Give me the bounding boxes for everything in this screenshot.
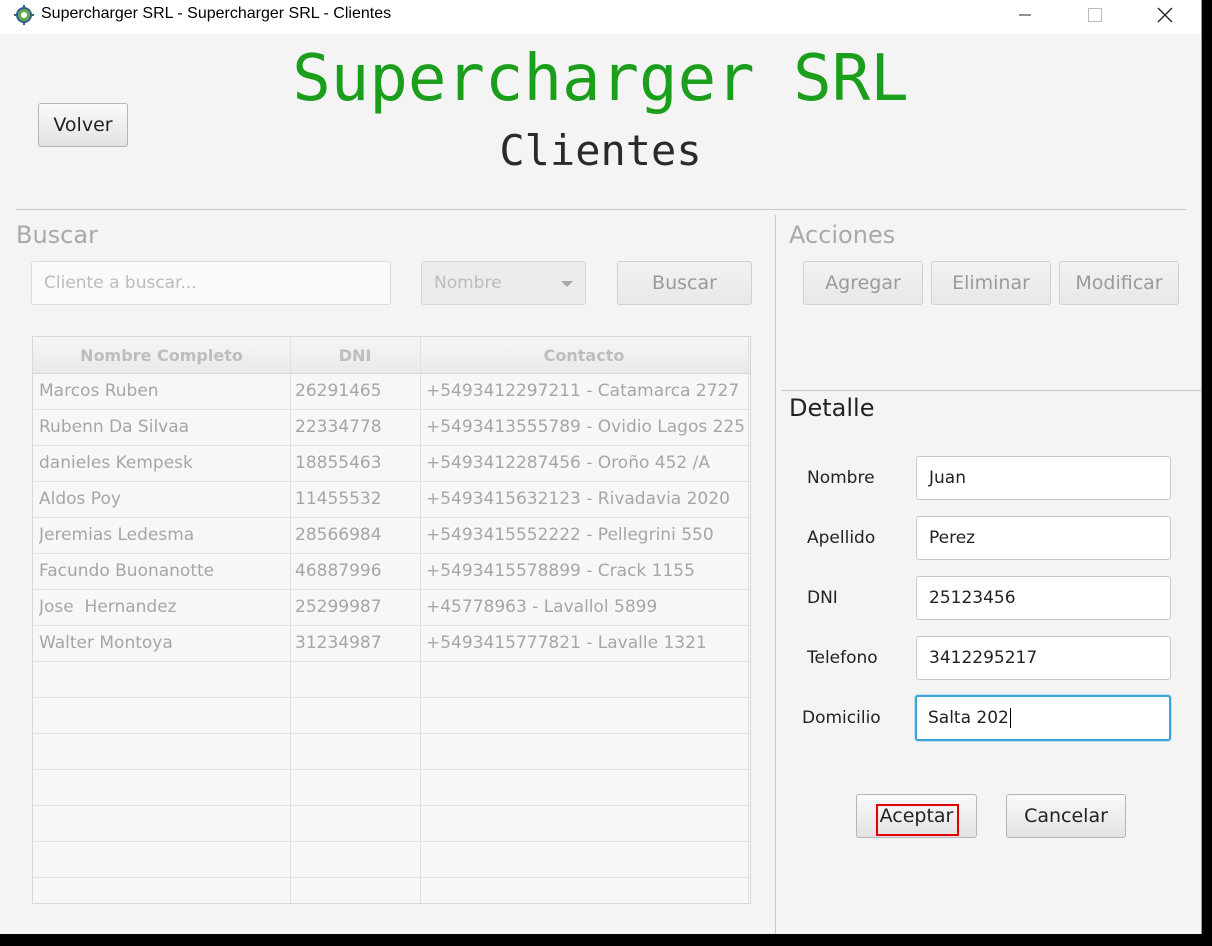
cell-dni: 28566984 <box>295 525 382 545</box>
table-row[interactable] <box>33 769 750 806</box>
column-divider <box>748 337 749 903</box>
title-bar: Supercharger SRL - Supercharger SRL - Cl… <box>0 0 1201 34</box>
table-row[interactable] <box>33 841 750 878</box>
cell-contact: +5493415632123 - Rivadavia 2020 <box>426 489 730 509</box>
app-window: Supercharger SRL - Supercharger SRL - Cl… <box>0 0 1202 934</box>
close-button[interactable] <box>1142 0 1188 30</box>
cell-contact: +5493412287456 - Oroño 452 /A <box>426 453 710 473</box>
domicilio-field[interactable]: Salta 202 <box>915 695 1171 741</box>
cell-name: Walter Montoya <box>39 633 173 653</box>
cell-name: Rubenn Da Silvaa <box>39 417 190 437</box>
column-divider <box>290 337 291 903</box>
cell-name: Jose Hernandez <box>39 597 177 617</box>
table-row[interactable] <box>33 661 750 698</box>
cell-dni: 46887996 <box>295 561 382 581</box>
column-header-contact[interactable]: Contacto <box>420 337 748 373</box>
cell-contact: +5493415777821 - Lavalle 1321 <box>426 633 707 653</box>
cell-dni: 26291465 <box>295 381 382 401</box>
brand-title: Supercharger SRL <box>292 42 909 116</box>
accept-highlight-box <box>876 804 959 836</box>
cell-contact: +45778963 - Lavallol 5899 <box>426 597 658 617</box>
telefono-label: Telefono <box>807 648 878 668</box>
table-row[interactable] <box>33 733 750 770</box>
table-row[interactable] <box>33 877 750 903</box>
table-row[interactable]: Jose Hernandez 25299987 +45778963 - Lavall… <box>33 589 750 626</box>
telefono-field[interactable]: 3412295217 <box>916 636 1171 680</box>
table-header: Nombre Completo DNI Contacto <box>33 337 750 374</box>
maximize-icon <box>1088 8 1102 22</box>
apellido-field[interactable]: Perez <box>916 516 1171 560</box>
clients-table[interactable]: Nombre Completo DNI Contacto Marcos Rube… <box>32 336 751 904</box>
cell-dni: 11455532 <box>295 489 382 509</box>
add-button[interactable]: Agregar <box>803 261 923 305</box>
page-subtitle: Clientes <box>499 126 702 175</box>
maximize-button[interactable] <box>1072 0 1118 30</box>
search-input[interactable]: Cliente a buscar... <box>31 261 391 305</box>
actions-section-title: Acciones <box>789 221 896 249</box>
table-row[interactable]: danieles Kempesk 18855463 +5493412287456 -… <box>33 445 750 482</box>
table-row[interactable]: Marcos Ruben 26291465 +5493412297211 - Cat… <box>33 373 750 410</box>
gear-app-icon <box>14 5 34 25</box>
table-row[interactable]: Walter Montoya 31234987 +5493415777821 - L… <box>33 625 750 662</box>
nombre-label: Nombre <box>807 468 875 488</box>
detail-section-title: Detalle <box>789 394 875 422</box>
minimize-icon <box>1019 14 1031 16</box>
search-button[interactable]: Buscar <box>617 261 752 305</box>
chevron-down-icon <box>561 281 573 287</box>
vertical-divider <box>775 215 776 934</box>
column-header-name[interactable]: Nombre Completo <box>33 337 290 373</box>
header-divider <box>16 209 1186 210</box>
cell-contact: +5493415578899 - Crack 1155 <box>426 561 695 581</box>
domicilio-label: Domicilio <box>802 708 881 728</box>
table-row[interactable] <box>33 697 750 734</box>
search-filter-select[interactable]: Nombre <box>421 261 586 305</box>
cell-dni: 18855463 <box>295 453 382 473</box>
delete-button[interactable]: Eliminar <box>931 261 1051 305</box>
dni-field[interactable]: 25123456 <box>916 576 1171 620</box>
cell-contact: +5493415552222 - Pellegrini 550 <box>426 525 714 545</box>
window-title: Supercharger SRL - Supercharger SRL - Cl… <box>41 5 392 22</box>
cell-name: Marcos Ruben <box>39 381 159 401</box>
text-cursor <box>1009 708 1011 728</box>
cell-name: danieles Kempesk <box>39 453 193 473</box>
cell-name: Jeremias Ledesma <box>39 525 195 545</box>
close-icon <box>1157 7 1173 23</box>
cell-dni: 31234987 <box>295 633 382 653</box>
search-filter-value: Nombre <box>434 273 502 293</box>
table-row[interactable]: Facundo Buonanotte 46887996 +5493415578899… <box>33 553 750 590</box>
domicilio-value: Salta 202 <box>928 708 1009 728</box>
cell-dni: 25299987 <box>295 597 382 617</box>
cell-name: Aldos Poy <box>39 489 121 509</box>
table-row[interactable]: Aldos Poy 11455532 +5493415632123 - Rivada… <box>33 481 750 518</box>
column-divider <box>420 337 421 903</box>
column-header-dni[interactable]: DNI <box>290 337 420 373</box>
cell-name: Facundo Buonanotte <box>39 561 215 581</box>
dni-label: DNI <box>807 588 838 608</box>
cell-dni: 22334778 <box>295 417 382 437</box>
nombre-field[interactable]: Juan <box>916 456 1171 500</box>
apellido-label: Apellido <box>807 528 876 548</box>
cell-contact: +5493412297211 - Catamarca 2727 <box>426 381 740 401</box>
search-section-title: Buscar <box>16 221 98 249</box>
minimize-button[interactable] <box>1002 0 1048 30</box>
modify-button[interactable]: Modificar <box>1059 261 1179 305</box>
table-row[interactable]: Rubenn Da Silvaa 22334778 +5493413555789 -… <box>33 409 750 446</box>
table-row[interactable] <box>33 805 750 842</box>
cancel-button[interactable]: Cancelar <box>1006 794 1126 838</box>
cell-contact: +5493413555789 - Ovidio Lagos 225 <box>426 417 746 437</box>
table-row[interactable]: Jeremias Ledesma 28566984 +5493415552222 -… <box>33 517 750 554</box>
actions-divider <box>781 390 1201 391</box>
